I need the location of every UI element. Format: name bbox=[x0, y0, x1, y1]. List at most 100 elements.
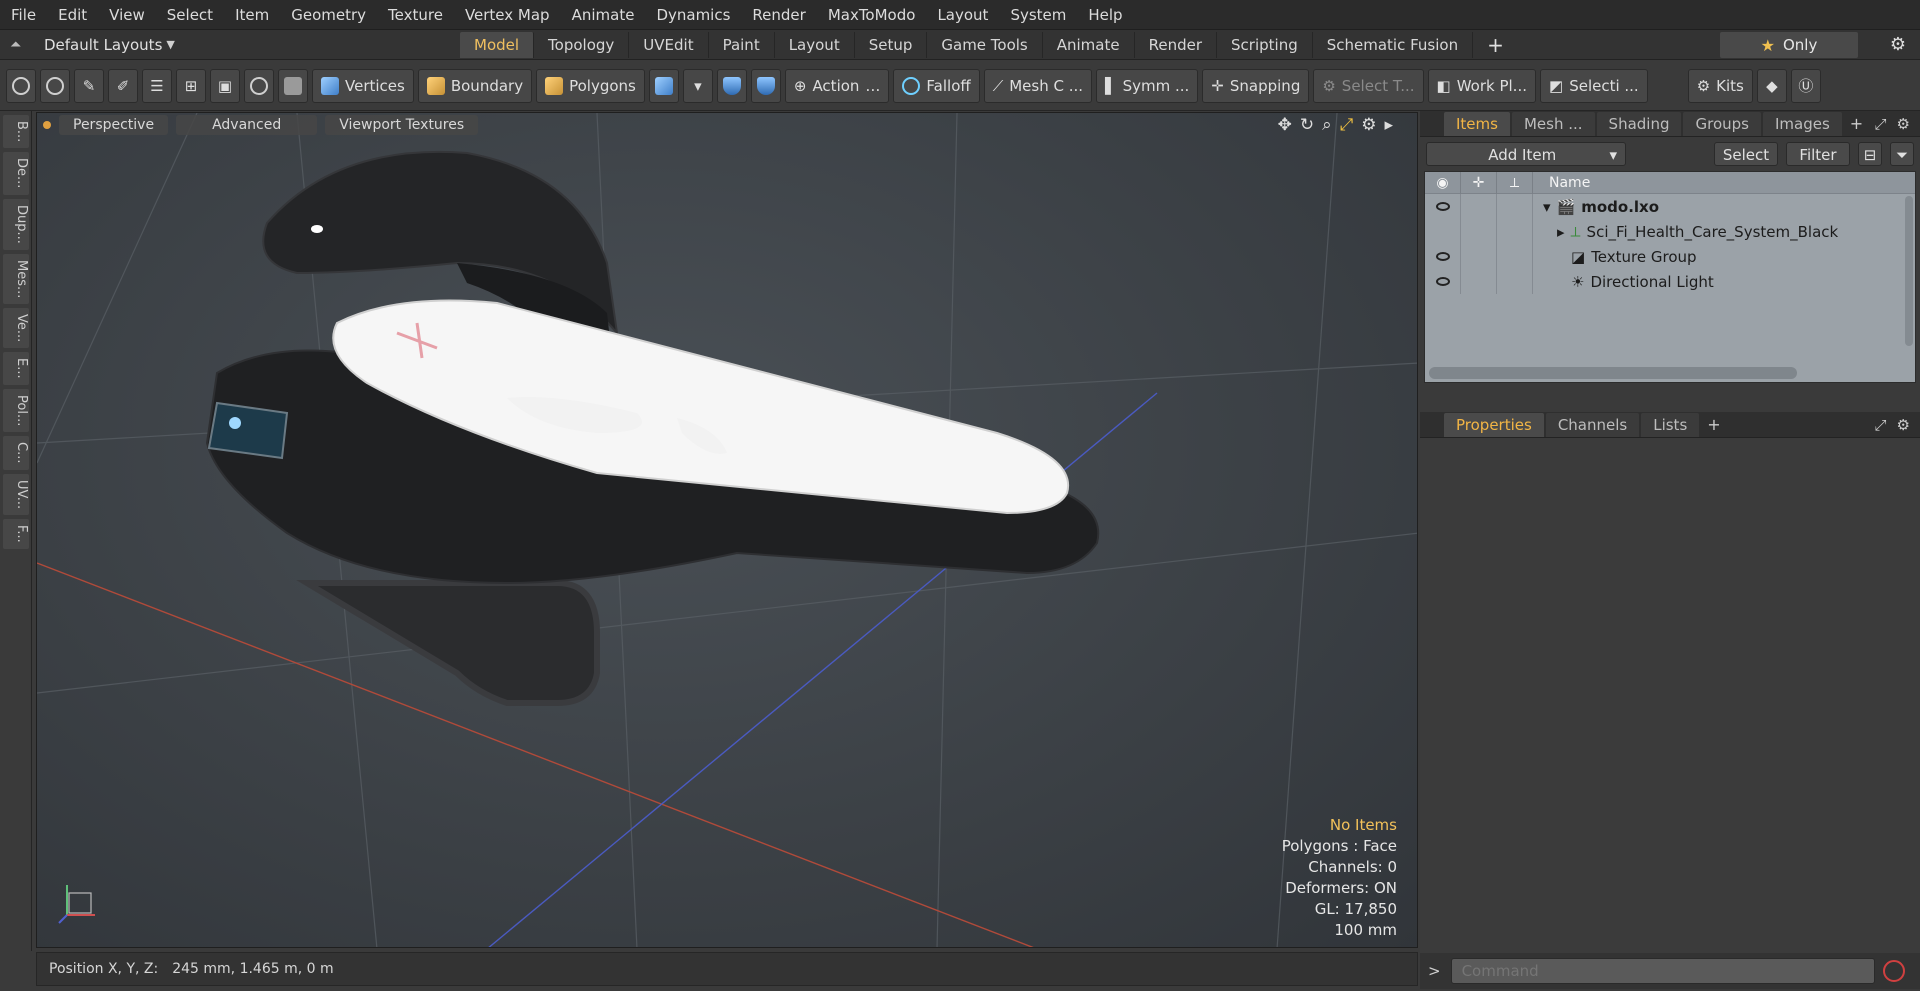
mesh-constraint-button[interactable]: ⟋ Mesh C ... bbox=[983, 68, 1093, 103]
only-toggle[interactable]: ★ Only bbox=[1720, 32, 1858, 58]
item-mode-button[interactable] bbox=[278, 68, 308, 103]
vtab-mesh-edit[interactable]: Mes... bbox=[3, 253, 29, 305]
fit-icon[interactable]: ⤢ bbox=[1340, 115, 1354, 135]
expand-icon[interactable]: ⤢ bbox=[1875, 416, 1887, 434]
tab-game-tools[interactable]: Game Tools bbox=[927, 31, 1043, 58]
tab-animate[interactable]: Animate bbox=[1043, 31, 1135, 58]
tab-scripting[interactable]: Scripting bbox=[1217, 31, 1313, 58]
tab-properties[interactable]: Properties bbox=[1444, 412, 1544, 437]
snapping-button[interactable]: ✛ Snapping bbox=[1202, 68, 1310, 103]
vtab-duplicate[interactable]: Dup... bbox=[3, 198, 29, 250]
gear-icon[interactable]: ⚙ bbox=[1361, 115, 1376, 135]
sphere-button[interactable] bbox=[40, 68, 70, 103]
move-icon[interactable]: ✥ bbox=[1278, 115, 1292, 135]
shield-button-1[interactable] bbox=[716, 68, 747, 103]
vtab-curve[interactable]: C... bbox=[3, 436, 29, 470]
add-tab-icon[interactable]: + bbox=[1707, 415, 1720, 434]
menu-vertex-map[interactable]: Vertex Map bbox=[454, 0, 561, 30]
horizontal-scrollbar[interactable] bbox=[1429, 367, 1797, 379]
add-tab-icon[interactable]: + bbox=[1487, 33, 1504, 57]
menu-edit[interactable]: Edit bbox=[47, 0, 98, 30]
tab-uvedit[interactable]: UVEdit bbox=[629, 31, 709, 58]
pen-button[interactable]: ✎ bbox=[74, 68, 104, 103]
add-tab-icon[interactable]: + bbox=[1850, 114, 1863, 133]
tab-groups[interactable]: Groups bbox=[1683, 111, 1761, 136]
visibility-toggle[interactable] bbox=[1425, 244, 1461, 269]
tab-topology[interactable]: Topology bbox=[534, 31, 630, 58]
tab-paint[interactable]: Paint bbox=[709, 31, 775, 58]
menu-maxtomodo[interactable]: MaxToModo bbox=[817, 0, 927, 30]
brush-button[interactable]: ✐ bbox=[108, 68, 138, 103]
vtab-edge[interactable]: E... bbox=[3, 352, 29, 385]
polygons-button[interactable]: Polygons bbox=[536, 68, 645, 103]
select-mode-button[interactable] bbox=[6, 68, 36, 103]
tab-layout[interactable]: Layout bbox=[775, 31, 855, 58]
advanced-button[interactable]: Advanced bbox=[176, 115, 318, 135]
tab-lists[interactable]: Lists bbox=[1641, 412, 1700, 437]
visibility-toggle[interactable] bbox=[1425, 194, 1461, 219]
tab-schematic-fusion[interactable]: Schematic Fusion bbox=[1313, 31, 1474, 58]
boundary-button[interactable]: Boundary bbox=[417, 68, 533, 103]
menu-view[interactable]: View bbox=[98, 0, 156, 30]
gear-icon[interactable]: ⚙ bbox=[1897, 115, 1910, 133]
tab-items[interactable]: Items bbox=[1444, 111, 1510, 136]
menu-item[interactable]: Item bbox=[224, 0, 280, 30]
shield-button-2[interactable] bbox=[750, 68, 781, 103]
tab-images[interactable]: Images bbox=[1762, 111, 1842, 136]
unreal-button[interactable]: Ⓤ bbox=[1790, 68, 1821, 103]
frame-button[interactable]: ▣ bbox=[210, 68, 240, 103]
vertices-button[interactable]: Vertices bbox=[312, 68, 414, 103]
menu-file[interactable]: File bbox=[0, 0, 47, 30]
tree-row[interactable]: ◪ Texture Group bbox=[1425, 244, 1915, 269]
tab-setup[interactable]: Setup bbox=[855, 31, 928, 58]
viewport-dot-icon[interactable] bbox=[43, 121, 51, 129]
select-through-button[interactable]: ⚙ Select T... bbox=[1313, 68, 1424, 103]
collapse-arrow-icon[interactable]: ▸ bbox=[1557, 223, 1565, 241]
tab-mesh[interactable]: Mesh ... bbox=[1511, 111, 1595, 136]
expand-arrow-icon[interactable]: ▾ bbox=[1543, 198, 1551, 216]
work-plane-button[interactable]: ◧ Work Pl... bbox=[1427, 68, 1536, 103]
vertical-scrollbar[interactable] bbox=[1905, 196, 1913, 346]
tab-shading[interactable]: Shading bbox=[1596, 111, 1682, 136]
menu-dynamics[interactable]: Dynamics bbox=[645, 0, 741, 30]
menu-select[interactable]: Select bbox=[156, 0, 224, 30]
gear-icon[interactable]: ⚙ bbox=[1890, 34, 1906, 55]
tab-render[interactable]: Render bbox=[1135, 31, 1218, 58]
funnel-icon[interactable]: ⏷ bbox=[1890, 142, 1914, 166]
rotate-view-icon[interactable]: ↻ bbox=[1300, 115, 1314, 135]
selection-sets-button[interactable]: ◩ Selecti ... bbox=[1540, 68, 1648, 103]
tab-model[interactable]: Model bbox=[460, 31, 535, 58]
expand-icon[interactable]: ⤢ bbox=[1875, 115, 1887, 133]
vtab-deform[interactable]: De... bbox=[3, 152, 29, 195]
lock-column-icon[interactable]: ✛ bbox=[1461, 171, 1497, 194]
record-icon[interactable] bbox=[1882, 960, 1905, 982]
layout-selector[interactable]: ⏶ Default Layouts ▼ bbox=[0, 30, 460, 60]
menu-help[interactable]: Help bbox=[1077, 0, 1133, 30]
tab-channels[interactable]: Channels bbox=[1545, 412, 1640, 437]
align-button[interactable]: ☰ bbox=[142, 68, 172, 103]
collapse-icon[interactable]: ⊟ bbox=[1858, 142, 1882, 166]
grid-snap-button[interactable]: ⊞ bbox=[176, 68, 206, 103]
play-icon[interactable]: ▸ bbox=[1384, 115, 1393, 135]
gear-icon[interactable]: ⚙ bbox=[1897, 416, 1910, 434]
zoom-icon[interactable]: ⌕ bbox=[1322, 115, 1332, 135]
filter-button[interactable]: Filter bbox=[1786, 142, 1850, 166]
add-item-button[interactable]: Add Item ▾ bbox=[1426, 142, 1626, 166]
type-column-icon[interactable]: ⟂ bbox=[1497, 171, 1533, 194]
action-center-button[interactable]: ⊕ Action… bbox=[784, 68, 890, 103]
command-input[interactable] bbox=[1450, 958, 1875, 984]
vtab-fusion[interactable]: F... bbox=[3, 518, 29, 549]
vtab-vertex[interactable]: Ve... bbox=[3, 308, 29, 349]
vtab-uv[interactable]: UV... bbox=[3, 473, 29, 515]
rotate-button[interactable] bbox=[244, 68, 274, 103]
select-button[interactable]: Select bbox=[1714, 142, 1778, 166]
visibility-toggle[interactable] bbox=[1425, 269, 1461, 294]
material-button[interactable] bbox=[648, 68, 679, 103]
menu-render[interactable]: Render bbox=[741, 0, 816, 30]
menu-texture[interactable]: Texture bbox=[377, 0, 454, 30]
collapse-up-icon[interactable]: ⏶ bbox=[10, 37, 30, 53]
3d-viewport[interactable]: Perspective Advanced Viewport Textures ✥… bbox=[36, 112, 1418, 948]
tree-row[interactable]: ▸ ⟂ Sci_Fi_Health_Care_System_Black bbox=[1425, 219, 1915, 244]
name-column-header[interactable]: Name bbox=[1533, 175, 1590, 191]
perspective-button[interactable]: Perspective bbox=[59, 115, 169, 135]
